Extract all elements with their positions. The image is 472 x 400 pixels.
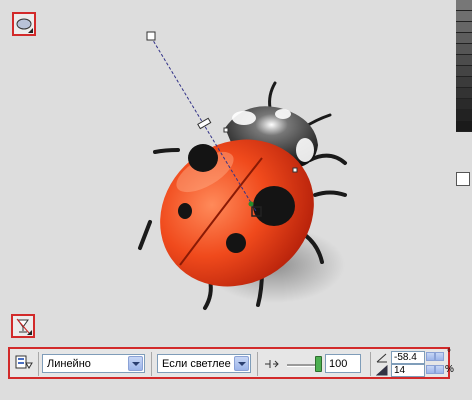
transparency-start-handle[interactable] [146,31,156,41]
palette-swatch[interactable] [456,121,472,132]
palette-swatch[interactable] [456,66,472,77]
angle-icon [376,353,387,363]
edge-pad-unit: % [445,364,454,375]
angle-spin-up[interactable] [435,352,444,361]
palette-swatch[interactable] [456,0,472,11]
palette-swatch[interactable] [456,77,472,88]
edge-pad-spin-up[interactable] [435,365,444,374]
palette-swatch[interactable] [456,44,472,55]
color-palette [456,0,472,155]
angle-spin-down[interactable] [426,352,435,361]
bbox-node [292,167,298,173]
midpoint-slider-icon [265,360,279,368]
transparency-operation-value: Если светлее [162,358,231,370]
palette-swatch[interactable] [456,99,472,110]
toolbar-separator [370,352,371,376]
drawing-canvas[interactable] [0,0,472,345]
chevron-down-icon[interactable] [128,356,143,371]
palette-swatch[interactable] [456,55,472,66]
transparency-property-bar: Линейно Если светлее 100 -58.4 ° 14 % [8,347,454,379]
transparency-midpoint-handle[interactable] [197,117,212,130]
edge-pad-spin-down[interactable] [426,365,435,374]
angle-unit: ° [447,348,451,359]
bbox-node [223,127,229,133]
opacity-value: 100 [329,358,348,370]
edge-pad-input[interactable]: 14 [391,364,425,377]
transparency-center-node [248,201,254,207]
head-highlight-right [296,138,314,162]
toolbar-separator [38,352,39,376]
transparency-tool-button[interactable] [11,314,35,338]
edge-pad-icon [376,365,388,376]
transparency-operation-select[interactable]: Если светлее [157,354,251,373]
head-highlight-left [232,111,256,125]
palette-swatch[interactable] [456,22,472,33]
slider-thumb[interactable] [315,356,322,372]
toolbar-separator [151,352,152,376]
ellipse-tool-button[interactable] [12,12,36,36]
palette-swatch[interactable] [456,11,472,22]
edit-transparency-icon[interactable] [14,353,34,373]
angle-value: -58.4 [394,352,417,363]
toolbar-separator [257,352,258,376]
head-highlight-top [275,109,291,119]
transparency-type-select[interactable]: Линейно [42,354,145,373]
palette-swatch[interactable] [456,88,472,99]
flyout-arrow-icon [27,330,32,335]
angle-input[interactable]: -58.4 [391,351,425,364]
opacity-input[interactable]: 100 [325,354,361,373]
palette-swatch[interactable] [456,33,472,44]
chevron-down-icon[interactable] [234,356,249,371]
flyout-arrow-icon [28,28,33,33]
transparency-type-value: Линейно [47,358,91,370]
edge-pad-value: 14 [394,365,406,376]
palette-no-color-swatch[interactable] [456,172,470,186]
palette-swatch[interactable] [456,110,472,121]
opacity-slider[interactable] [287,355,322,373]
